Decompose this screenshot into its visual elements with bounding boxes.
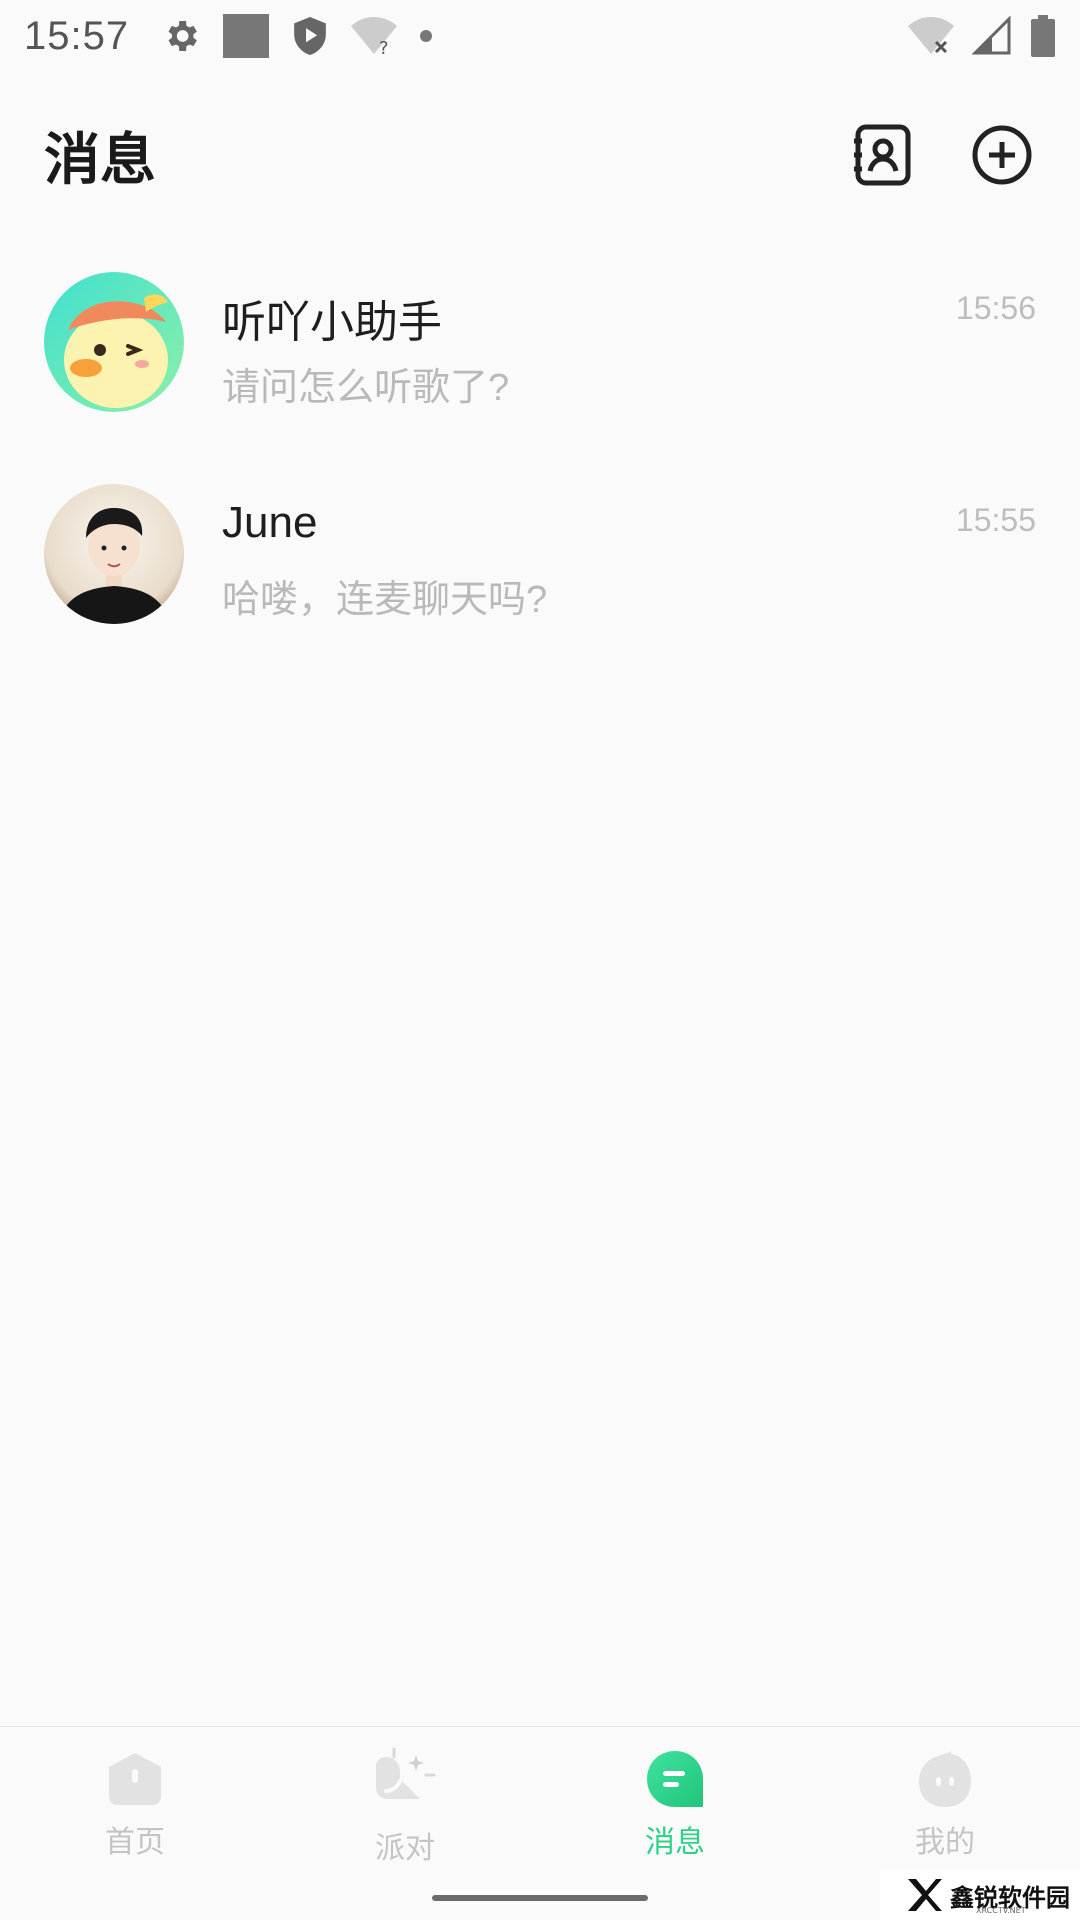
cellular-signal-icon [972, 16, 1012, 56]
conversation-preview: 哈喽，连麦聊天吗? [222, 579, 548, 621]
status-bar: 15:57 ? [0, 0, 1080, 72]
tab-party[interactable]: 派对 [270, 1727, 540, 1920]
avatar [44, 272, 184, 412]
square-app-icon [223, 14, 270, 58]
plus-circle-icon [972, 125, 1032, 185]
watermark-logo-icon [908, 1879, 942, 1911]
watermark: 鑫锐软件园 XRCCTV.NET [880, 1870, 1080, 1920]
conversation-time: 15:56 [955, 290, 1036, 326]
add-button[interactable] [968, 121, 1036, 189]
status-right-icons [908, 15, 1056, 57]
header-actions [848, 121, 1036, 189]
party-icon [376, 1747, 436, 1799]
profile-icon [919, 1751, 971, 1807]
home-indicator[interactable] [432, 1895, 648, 1901]
home-icon [109, 1753, 161, 1805]
contacts-book-icon [854, 124, 911, 186]
conversation-item[interactable]: 听吖小助手 请问怎么听歌了? 15:56 [0, 260, 1080, 472]
status-left-icons: ? [161, 14, 433, 58]
conversation-body: June 哈喽，连麦聊天吗? 15:55 [222, 484, 1036, 624]
wifi-off-icon [908, 16, 954, 56]
message-icon [647, 1751, 703, 1807]
wifi-unknown-icon: ? [351, 16, 398, 56]
conversation-name: 听吖小助手 [222, 298, 442, 347]
tab-home[interactable]: 首页 [0, 1727, 270, 1920]
conversation-body: 听吖小助手 请问怎么听歌了? 15:56 [222, 272, 1036, 412]
tab-label: 我的 [915, 1825, 975, 1860]
header: 消息 [0, 100, 1080, 210]
user-portrait-icon [44, 484, 184, 624]
settings-gear-icon [161, 16, 201, 56]
conversation-time: 15:55 [955, 502, 1036, 538]
duck-mascot-icon [44, 272, 184, 412]
battery-icon [1030, 15, 1056, 57]
svg-text:?: ? [379, 38, 389, 56]
watermark-sub: XRCCTV.NET [976, 1906, 1026, 1915]
page-title: 消息 [44, 127, 156, 193]
conversation-list: 听吖小助手 请问怎么听歌了? 15:56 June 哈喽，连麦聊天吗? 15:5… [0, 260, 1080, 684]
shield-play-icon [291, 15, 329, 57]
contacts-button[interactable] [848, 121, 916, 189]
status-time: 15:57 [24, 13, 130, 58]
tab-messages[interactable]: 消息 [540, 1727, 810, 1920]
conversation-item[interactable]: June 哈喽，连麦聊天吗? 15:55 [0, 472, 1080, 684]
conversation-preview: 请问怎么听歌了? [222, 367, 510, 409]
notification-dot-icon [419, 29, 433, 43]
avatar [44, 484, 184, 624]
conversation-name: June [222, 498, 318, 547]
tab-label: 消息 [645, 1825, 705, 1860]
tab-label: 首页 [105, 1825, 165, 1860]
tab-label: 派对 [375, 1831, 435, 1866]
